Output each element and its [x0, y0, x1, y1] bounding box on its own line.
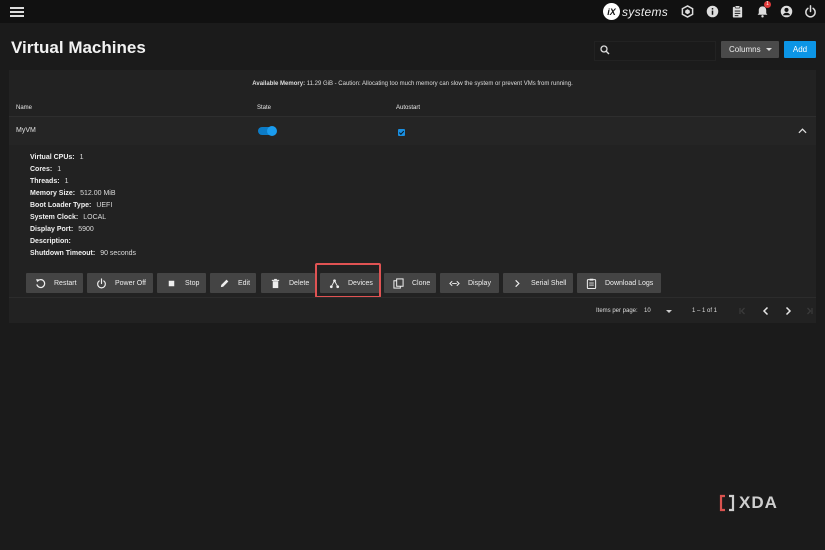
truecommand-icon[interactable]	[681, 5, 694, 18]
items-per-page-label: Items per page:	[596, 308, 638, 314]
pagination-range: 1 – 1 of 1	[692, 308, 718, 314]
serial-shell-button[interactable]: Serial Shell	[503, 273, 573, 293]
detail-key: Description:	[30, 238, 71, 245]
serial-shell-label: Serial Shell	[531, 279, 567, 287]
detail-value: 1	[64, 178, 69, 185]
page-title: Virtual Machines	[11, 38, 146, 57]
footer-divider	[9, 297, 816, 298]
edit-label: Edit	[238, 279, 251, 287]
detail-row: Memory Size: 512.00 MiB	[30, 190, 116, 197]
display-button[interactable]: Display	[440, 273, 499, 293]
detail-value: 512.00 MiB	[80, 190, 116, 197]
detail-key: Display Port:	[30, 226, 74, 233]
detail-row: System Clock: LOCAL	[30, 214, 106, 221]
check-icon	[398, 130, 405, 136]
watermark-text: XDA	[739, 493, 778, 512]
ix-logo-mark: iX	[603, 3, 620, 20]
detail-row: Cores: 1	[30, 166, 61, 173]
restart-button[interactable]: Restart	[26, 273, 83, 293]
chevron-up-icon[interactable]	[798, 128, 807, 134]
detail-value: 1	[57, 166, 62, 173]
chevron-right-icon	[512, 278, 523, 289]
clone-icon	[393, 277, 404, 289]
restart-icon	[35, 278, 46, 289]
detail-row: Shutdown Timeout: 90 seconds	[30, 250, 136, 257]
add-button[interactable]: Add	[784, 41, 816, 58]
clone-label: Clone	[412, 279, 431, 287]
delete-label: Delete	[289, 279, 310, 287]
last-page-icon[interactable]	[804, 306, 814, 316]
account-icon[interactable]	[780, 5, 793, 18]
caret-down-icon	[766, 48, 772, 51]
autostart-checkbox[interactable]	[398, 129, 405, 136]
previous-page-icon[interactable]	[761, 306, 771, 316]
power-icon	[96, 277, 107, 289]
first-page-icon[interactable]	[738, 306, 748, 316]
detail-key: Boot Loader Type:	[30, 202, 92, 209]
detail-row: Threads: 1	[30, 178, 68, 185]
available-memory-note: Available Memory: 11.29 GiB - Caution: A…	[9, 81, 816, 87]
items-per-page-select[interactable]: 10	[644, 308, 651, 314]
delete-button[interactable]: Delete	[261, 273, 315, 293]
search-input[interactable]	[615, 43, 713, 60]
detail-value: UEFI	[96, 202, 113, 209]
detail-row: Description:	[30, 238, 76, 245]
detail-value: LOCAL	[83, 214, 107, 221]
search-icon	[600, 45, 610, 55]
search-field[interactable]	[594, 41, 716, 61]
download-logs-button[interactable]: Download Logs	[577, 273, 661, 293]
power-off-label: Power Off	[115, 279, 146, 287]
detail-key: System Clock:	[30, 214, 79, 221]
display-label: Display	[468, 279, 491, 287]
detail-key: Threads:	[30, 178, 60, 185]
detail-value: 5900	[78, 226, 94, 233]
detail-row: Boot Loader Type: UEFI	[30, 202, 112, 209]
download-logs-label: Download Logs	[605, 279, 654, 287]
notification-badge: 1	[764, 1, 771, 8]
clipboard-icon	[586, 278, 597, 289]
clipboard-icon[interactable]	[731, 5, 744, 18]
detail-row: Display Port: 5900	[30, 226, 94, 233]
info-icon[interactable]	[706, 5, 719, 18]
table-row[interactable]: MyVM	[9, 117, 816, 145]
xda-watermark: XDA	[718, 493, 778, 513]
column-header-state[interactable]: State	[257, 105, 271, 111]
hamburger-menu-icon[interactable]	[10, 5, 24, 18]
column-header-name[interactable]: Name	[16, 105, 32, 111]
stop-label: Stop	[185, 279, 200, 287]
vm-table-panel: Available Memory: 11.29 GiB - Caution: A…	[9, 70, 816, 323]
caret-down-icon[interactable]	[666, 310, 672, 313]
top-navbar: iX systems 1	[0, 0, 825, 23]
detail-key: Virtual CPUs:	[30, 154, 75, 161]
detail-value: 1	[79, 154, 84, 161]
next-page-icon[interactable]	[783, 306, 793, 316]
toggle-knob	[267, 126, 277, 136]
columns-dropdown-button[interactable]: Columns	[721, 41, 779, 58]
devices-highlight-box	[315, 263, 381, 298]
xda-logo-icon	[719, 494, 735, 512]
stop-icon	[166, 278, 177, 289]
detail-key: Cores:	[30, 166, 53, 173]
power-off-button[interactable]: Power Off	[87, 273, 153, 293]
clone-button[interactable]: Clone	[384, 273, 436, 293]
detail-value: 90 seconds	[100, 250, 137, 257]
stop-button[interactable]: Stop	[157, 273, 206, 293]
pencil-icon	[219, 278, 230, 289]
brand-text: systems	[622, 4, 669, 19]
column-header-autostart[interactable]: Autostart	[396, 105, 420, 111]
columns-label: Columns	[729, 45, 761, 54]
edit-button[interactable]: Edit	[210, 273, 256, 293]
power-icon[interactable]	[804, 5, 817, 18]
state-toggle[interactable]	[258, 126, 277, 136]
detail-key: Memory Size:	[30, 190, 76, 197]
vm-name: MyVM	[16, 127, 36, 134]
detail-key: Shutdown Timeout:	[30, 250, 96, 257]
code-arrows-icon	[449, 278, 460, 289]
trash-icon	[270, 278, 281, 289]
available-memory-text: 11.29 GiB - Caution: Allocating too much…	[305, 81, 573, 87]
detail-row: Virtual CPUs: 1	[30, 154, 84, 161]
available-memory-label: Available Memory:	[252, 81, 306, 87]
brand-logo[interactable]: iX systems	[603, 3, 668, 20]
restart-label: Restart	[54, 279, 77, 287]
